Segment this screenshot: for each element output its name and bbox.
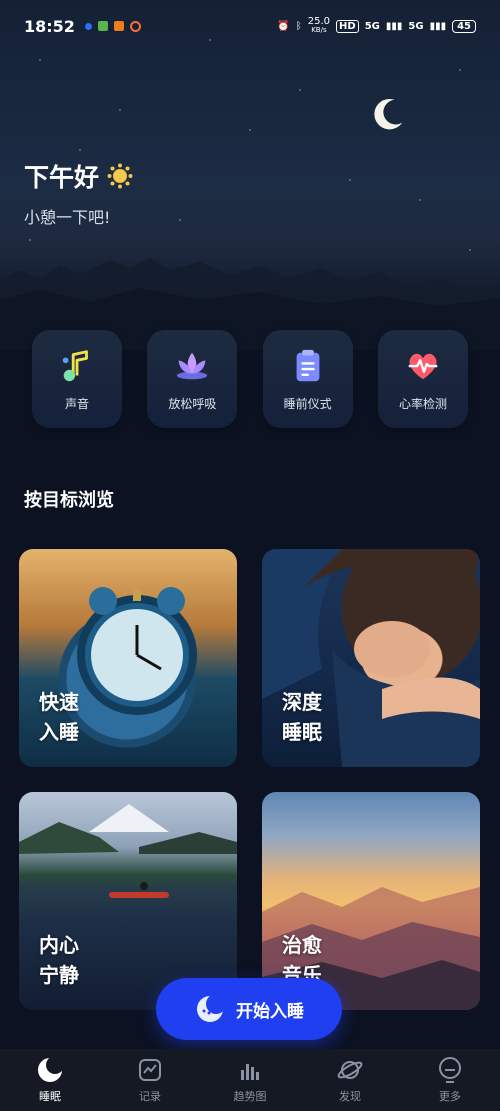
greeting-title-row: 下午好 — [24, 158, 133, 194]
app-icon-orange — [113, 21, 124, 31]
app-icon-green — [97, 21, 108, 31]
status-right: ⏰ ᛒ 25.0 KB/s HD 5G ▮▮▮ 5G ▮▮▮ 45 — [277, 17, 476, 35]
hd-badge: HD — [336, 19, 359, 33]
notification-icons — [84, 20, 141, 32]
nav-record[interactable]: 记录 — [110, 1056, 190, 1104]
moon-icon — [374, 98, 403, 130]
card-label: 深度 睡眠 — [282, 690, 322, 744]
heart-rate-icon — [408, 353, 438, 379]
quick-actions: 声音 放松呼吸 睡前仪式 心率检测 — [32, 330, 468, 428]
card-label: 内心 宁静 — [39, 933, 79, 987]
chart-box-icon — [139, 1059, 161, 1081]
action-bedtime-ritual[interactable]: 睡前仪式 — [262, 330, 353, 428]
clipboard-icon — [296, 349, 320, 381]
section-title: 按目标浏览 — [24, 490, 114, 511]
card-deep-sleep[interactable]: 深度 睡眠 — [262, 549, 480, 767]
action-breathing[interactable]: 放松呼吸 — [147, 330, 238, 428]
card-label: 快速 入睡 — [39, 690, 79, 744]
sun-icon — [107, 163, 133, 189]
greeting-subtitle: 小憩一下吧! — [24, 208, 111, 227]
nav-sleep[interactable]: 睡眠 — [10, 1056, 90, 1104]
battery-icon: 45 — [452, 19, 476, 33]
signal-5g-2: 5G — [408, 20, 424, 32]
action-label: 睡前仪式 — [283, 396, 332, 411]
nav-trends[interactable]: 趋势图 — [210, 1056, 290, 1104]
nav-label: 睡眠 — [39, 1090, 61, 1103]
app-ring-icon — [129, 20, 141, 32]
signal-bars-icon: ▮▮▮ — [429, 20, 447, 32]
moon-icon — [197, 994, 226, 1022]
app-dot-icon — [84, 22, 92, 30]
signal-5g-1: 5G — [364, 20, 380, 32]
status-bar: 18:52 ⏰ ᛒ 25.0 KB/s HD 5G ▮▮▮ 5G ▮▮▮ 45 — [0, 0, 500, 52]
greeting: 下午好 小憩一下吧! — [24, 158, 133, 228]
start-sleep-label: 开始入睡 — [236, 1001, 304, 1022]
music-note-icon — [62, 349, 88, 381]
greeting-title: 下午好 — [24, 163, 100, 192]
action-label: 放松呼吸 — [168, 396, 217, 411]
start-sleep-button[interactable]: 开始入睡 — [156, 978, 342, 1040]
status-time: 18:52 — [24, 16, 75, 36]
smile-icon — [439, 1057, 461, 1083]
action-label: 声音 — [64, 396, 89, 411]
action-label: 心率检测 — [398, 396, 447, 411]
nav-discover[interactable]: 发现 — [310, 1056, 390, 1104]
planet-icon — [337, 1061, 363, 1079]
nav-label: 更多 — [439, 1090, 461, 1103]
alarm-icon: ⏰ — [277, 20, 290, 32]
action-sound[interactable]: 声音 — [32, 330, 122, 428]
bottom-nav: 睡眠 记录 趋势图 发现 更多 — [0, 1049, 500, 1111]
net-speed: 25.0 KB/s — [307, 16, 331, 35]
lotus-icon — [177, 352, 208, 379]
nav-label: 发现 — [339, 1090, 361, 1103]
nav-label: 趋势图 — [233, 1090, 267, 1103]
moon-icon — [38, 1056, 64, 1082]
nav-label: 记录 — [139, 1090, 161, 1103]
card-fast-sleep[interactable]: 快速 入睡 — [19, 549, 237, 767]
bluetooth-icon: ᛒ — [295, 20, 302, 32]
nav-more[interactable]: 更多 — [410, 1056, 490, 1104]
action-heart-rate[interactable]: 心率检测 — [377, 330, 468, 428]
bar-chart-icon — [241, 1064, 259, 1080]
signal-bars-icon: ▮▮▮ — [385, 20, 403, 32]
